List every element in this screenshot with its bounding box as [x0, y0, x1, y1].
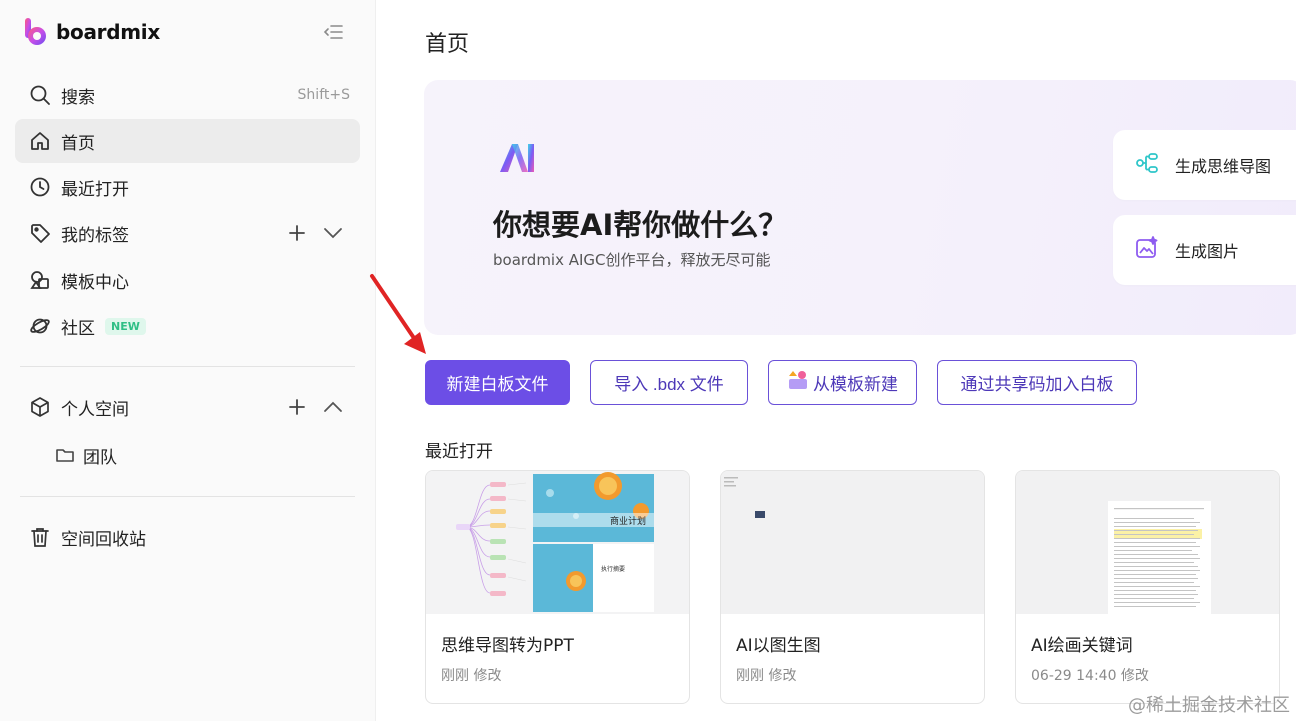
app-name: boardmix — [56, 20, 160, 44]
file-card[interactable]: 商业计划 执行摘要 思维导图转为PPT 刚刚 修改 — [425, 470, 690, 704]
ai-hero-banner: 你想要AI帮你做什么？ boardmix AIGC创作平台，释放无尽可能 生成思… — [424, 80, 1296, 335]
thumb-title-text: 商业计划 — [610, 515, 646, 527]
sidebar-item-community[interactable]: 社区 NEW — [15, 304, 360, 348]
sidebar-item-templates[interactable]: 模板中心 — [15, 258, 360, 302]
recent-section-title: 最近打开 — [425, 442, 493, 462]
generate-image-card[interactable]: 生成图片 — [1113, 215, 1296, 285]
chevron-up-icon[interactable] — [322, 396, 344, 418]
file-name: 思维导图转为PPT — [441, 636, 574, 656]
file-thumbnail — [1016, 471, 1279, 614]
sidebar-item-recent[interactable]: 最近打开 — [15, 165, 360, 209]
app-logo[interactable]: boardmix — [24, 17, 160, 47]
generate-mindmap-label: 生成思维导图 — [1175, 157, 1272, 176]
sidebar-divider — [20, 496, 355, 497]
from-template-label: 从模板新建 — [813, 375, 898, 395]
watermark: @稀土掘金技术社区 — [1128, 695, 1290, 716]
new-board-button[interactable]: 新建白板文件 — [425, 360, 570, 405]
folder-icon — [55, 445, 75, 465]
add-space-plus-icon[interactable] — [286, 396, 308, 418]
collapse-sidebar-icon[interactable] — [322, 22, 344, 42]
sidebar-item-label: 首页 — [61, 133, 95, 154]
sidebar-item-personal-space[interactable]: 个人空间 — [15, 385, 360, 429]
sidebar-item-label: 空间回收站 — [61, 529, 146, 550]
hero-title: 你想要AI帮你做什么？ — [493, 208, 788, 242]
clock-icon — [29, 176, 51, 198]
hero-subtitle: boardmix AIGC创作平台，释放无尽可能 — [493, 251, 771, 269]
sidebar-item-trash[interactable]: 空间回收站 — [15, 515, 360, 559]
image-ai-icon — [1135, 236, 1159, 264]
trash-icon — [29, 526, 51, 548]
team-label: 团队 — [83, 447, 117, 468]
file-name: AI以图生图 — [736, 636, 821, 656]
cube-icon — [29, 396, 51, 418]
planet-icon — [29, 315, 51, 337]
sidebar-item-label: 最近打开 — [61, 179, 129, 200]
file-thumbnail: 商业计划 执行摘要 — [426, 471, 689, 614]
new-badge: NEW — [105, 317, 146, 335]
tags-actions — [286, 222, 344, 244]
generate-mindmap-card[interactable]: 生成思维导图 — [1113, 130, 1296, 200]
from-template-button[interactable]: 从模板新建 — [768, 360, 917, 405]
sidebar-divider — [20, 366, 355, 367]
file-name: AI绘画关键词 — [1031, 636, 1133, 656]
tag-icon — [29, 222, 51, 244]
template-shapes-icon — [29, 269, 51, 291]
sidebar-item-label: 个人空间 — [61, 399, 129, 420]
sidebar: boardmix 搜索 Shift+S 首页 最近打开 我的标签 模板中心 社区… — [0, 0, 376, 721]
thumb-subtitle-text: 执行摘要 — [601, 565, 625, 573]
sidebar-item-tags[interactable]: 我的标签 — [15, 211, 360, 255]
file-meta: 刚刚 修改 — [441, 668, 502, 684]
search-shortcut: Shift+S — [297, 87, 350, 103]
annotation-arrow-icon — [370, 274, 426, 354]
file-card[interactable]: AI绘画关键词 06-29 14:40 修改 — [1015, 470, 1280, 704]
search-label: 搜索 — [61, 87, 95, 108]
sidebar-item-team[interactable]: 团队 — [55, 440, 117, 470]
sidebar-item-label: 我的标签 — [61, 225, 129, 246]
page-title: 首页 — [425, 32, 470, 57]
generate-image-label: 生成图片 — [1175, 242, 1240, 261]
search-icon — [29, 84, 51, 106]
mindmap-thumbnail-graphic: 商业计划 执行摘要 — [426, 471, 689, 614]
main-content: 首页 你想要AI帮你做什么？ boardmix AIGC创作平台，释放无尽可能 … — [377, 0, 1296, 721]
ai-image-thumbnail-graphic — [721, 471, 984, 614]
file-meta: 刚刚 修改 — [736, 668, 797, 684]
sidebar-item-label: 社区 — [61, 318, 95, 339]
boardmix-logo-icon — [24, 17, 48, 47]
ai-logo-icon — [498, 142, 540, 174]
file-meta: 06-29 14:40 修改 — [1031, 668, 1149, 684]
sidebar-item-home[interactable]: 首页 — [15, 119, 360, 163]
file-card[interactable]: AI以图生图 刚刚 修改 — [720, 470, 985, 704]
file-thumbnail — [721, 471, 984, 614]
home-icon — [29, 130, 51, 152]
template-color-icon — [787, 370, 809, 395]
sidebar-item-label: 模板中心 — [61, 272, 129, 293]
join-by-code-button[interactable]: 通过共享码加入白板 — [937, 360, 1137, 405]
mindmap-icon — [1135, 151, 1159, 179]
document-thumbnail-graphic — [1016, 471, 1279, 614]
import-bdx-button[interactable]: 导入 .bdx 文件 — [590, 360, 748, 405]
sidebar-search[interactable]: 搜索 Shift+S — [15, 73, 360, 117]
personal-space-actions — [286, 396, 344, 418]
chevron-down-icon[interactable] — [322, 222, 344, 244]
add-tag-plus-icon[interactable] — [286, 222, 308, 244]
